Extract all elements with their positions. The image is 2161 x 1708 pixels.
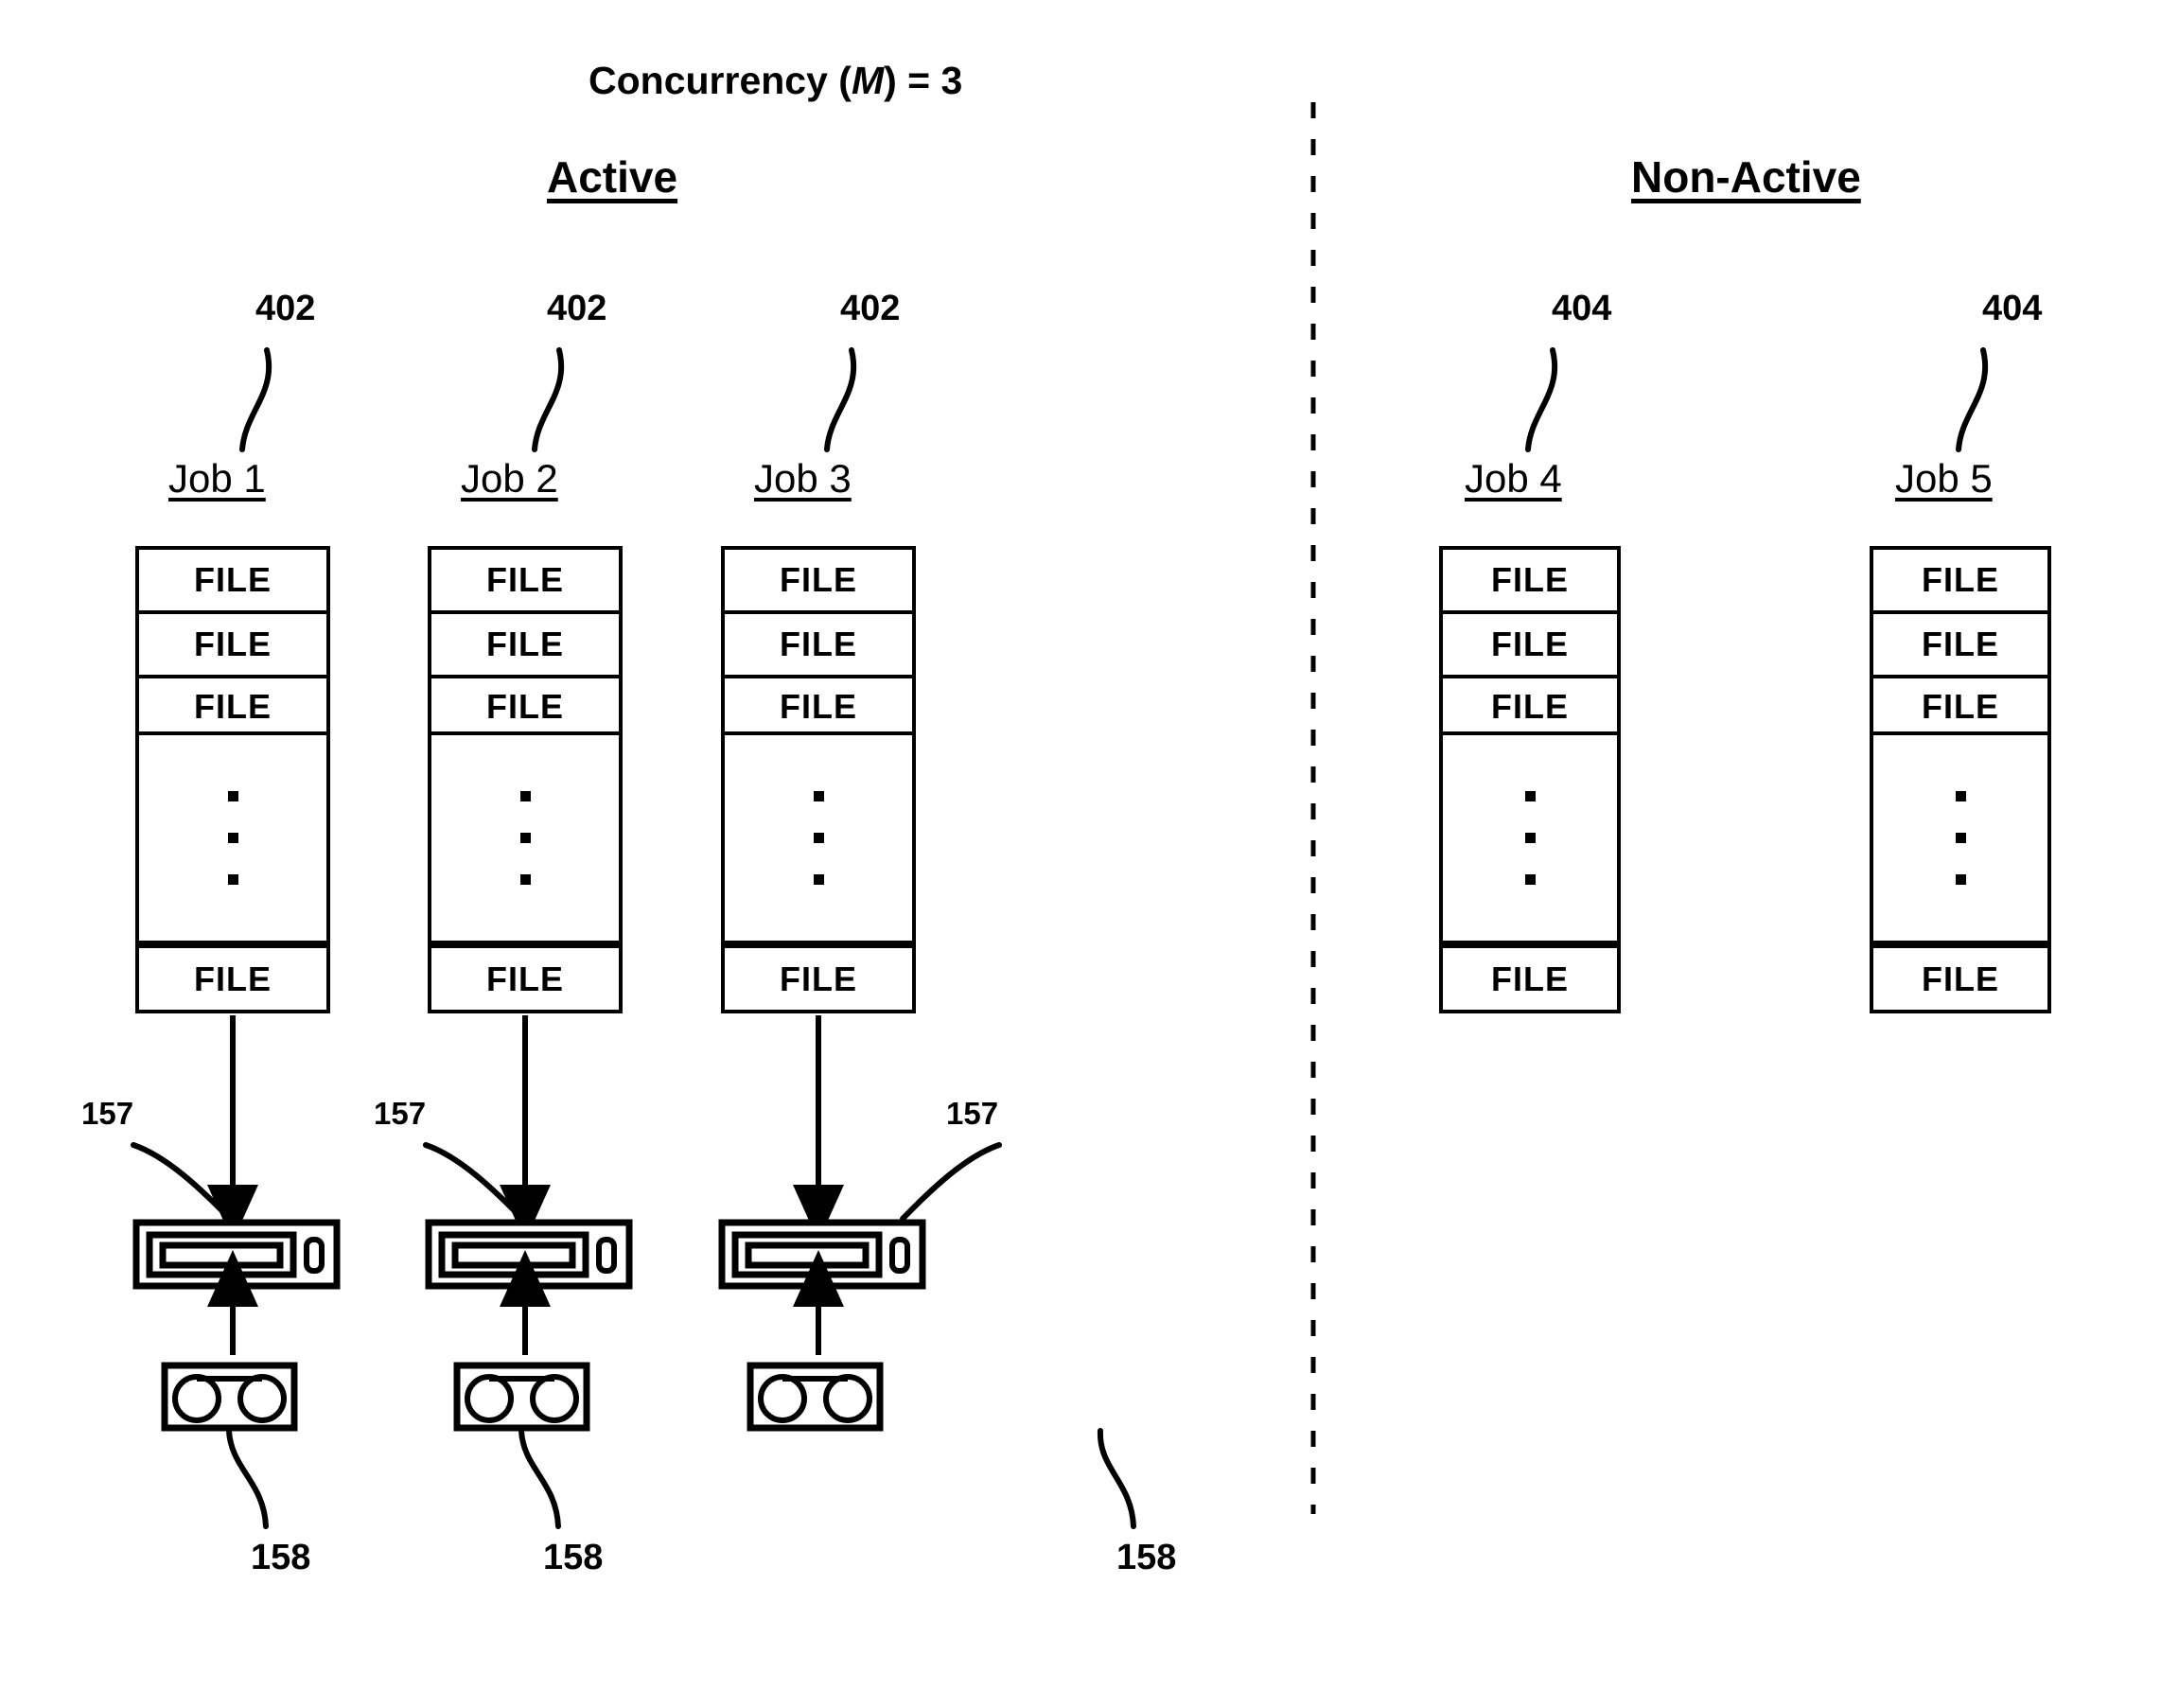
- file-row: FILE: [1443, 550, 1617, 614]
- leader-line-158-col3: [1097, 1428, 1136, 1529]
- leader-line-402-col3: [824, 347, 857, 452]
- figure-canvas: Concurrency (M) = 3 Active Non-Active 40…: [0, 0, 2161, 1708]
- file-stack-ellipsis-job-2: [428, 735, 623, 944]
- file-row: FILE: [780, 687, 857, 726]
- ellipsis-dot: [227, 874, 238, 885]
- file-stack-bottom-job-3: FILE: [721, 944, 916, 1013]
- file-row: FILE: [139, 550, 326, 614]
- tape-drive-icon-col1: [132, 1219, 341, 1290]
- ref-number-158-col1: 158: [251, 1538, 311, 1577]
- vertical-ellipsis: [725, 735, 912, 941]
- file-row: FILE: [194, 959, 272, 998]
- ellipsis-dot: [1524, 874, 1536, 885]
- file-row: FILE: [431, 614, 619, 678]
- ellipsis-dot: [813, 791, 824, 801]
- ellipsis-dot: [1955, 833, 1966, 843]
- file-stack-bottom-job-4: FILE: [1439, 944, 1621, 1013]
- vertical-ellipsis: [1443, 735, 1617, 941]
- ellipsis-dot: [519, 833, 531, 843]
- file-stack-top-job-4: FILE FILE FILE: [1439, 546, 1621, 735]
- leader-line-158-col2: [518, 1428, 561, 1529]
- file-row: FILE: [780, 959, 857, 998]
- ref-number-157-col2: 157: [374, 1096, 427, 1131]
- ellipsis-dot: [519, 791, 531, 801]
- figure-title-suffix: ) = 3: [884, 59, 963, 102]
- leader-line-404-col5: [1956, 347, 1989, 452]
- file-stack-ellipsis-job-1: [135, 735, 330, 944]
- file-stack-bottom-job-5: FILE: [1870, 944, 2051, 1013]
- file-row: FILE: [139, 614, 326, 678]
- file-row: FILE: [725, 614, 912, 678]
- job-label-3: Job 3: [754, 456, 852, 501]
- ellipsis-dot: [227, 791, 238, 801]
- figure-title-prefix: Concurrency (: [589, 59, 852, 102]
- ellipsis-dot: [1524, 791, 1536, 801]
- leader-line-404-col4: [1525, 347, 1558, 452]
- leader-line-402-col1: [239, 347, 272, 452]
- ref-number-402-col2: 402: [547, 289, 607, 328]
- figure-title-variable: M: [851, 59, 885, 102]
- tape-cartridge-icon-col1: [161, 1362, 298, 1432]
- ref-number-157-col3: 157: [946, 1096, 999, 1131]
- leader-line-157-col1: [131, 1142, 233, 1222]
- ellipsis-dot: [227, 833, 238, 843]
- vertical-ellipsis: [139, 735, 326, 941]
- file-row: FILE: [1443, 614, 1617, 678]
- ref-number-404-col5: 404: [1982, 289, 2043, 328]
- ellipsis-dot: [813, 874, 824, 885]
- job-label-4: Job 4: [1465, 456, 1562, 501]
- ellipsis-dot: [1955, 874, 1966, 885]
- job-label-1: Job 1: [168, 456, 266, 501]
- tape-drive-icon-col2: [425, 1219, 633, 1290]
- file-stack-top-job-2: FILE FILE FILE: [428, 546, 623, 735]
- tape-cartridge-icon-col3: [747, 1362, 884, 1432]
- file-row: FILE: [1873, 614, 2047, 678]
- tape-drive-icon-col3: [718, 1219, 926, 1290]
- ellipsis-dot: [813, 833, 824, 843]
- section-header-non-active: Non-Active: [1631, 152, 1861, 202]
- ref-number-404-col4: 404: [1552, 289, 1612, 328]
- file-stack-top-job-5: FILE FILE FILE: [1870, 546, 2051, 735]
- file-stack-ellipsis-job-3: [721, 735, 916, 944]
- vertical-ellipsis: [1873, 735, 2047, 941]
- leader-line-402-col2: [532, 347, 565, 452]
- file-row: FILE: [1873, 550, 2047, 614]
- file-row: FILE: [1922, 959, 1999, 998]
- file-row: FILE: [1922, 687, 1999, 726]
- ref-number-402-col3: 402: [840, 289, 901, 328]
- ellipsis-dot: [519, 874, 531, 885]
- ref-number-158-col2: 158: [543, 1538, 604, 1577]
- file-row: FILE: [725, 550, 912, 614]
- file-stack-bottom-job-1: FILE: [135, 944, 330, 1013]
- file-row: FILE: [486, 959, 564, 998]
- leader-line-158-col1: [226, 1428, 269, 1529]
- leader-line-157-col3: [900, 1142, 1002, 1222]
- job-label-2: Job 2: [461, 456, 558, 501]
- file-row: FILE: [486, 687, 564, 726]
- vertical-ellipsis: [431, 735, 619, 941]
- figure-title: Concurrency (M) = 3: [589, 59, 962, 103]
- tape-cartridge-icon-col2: [453, 1362, 590, 1432]
- file-stack-ellipsis-job-5: [1870, 735, 2051, 944]
- leader-line-157-col2: [423, 1142, 525, 1222]
- file-stack-top-job-1: FILE FILE FILE: [135, 546, 330, 735]
- ref-number-158-col3: 158: [1116, 1538, 1177, 1577]
- ellipsis-dot: [1955, 791, 1966, 801]
- file-stack-ellipsis-job-4: [1439, 735, 1621, 944]
- job-label-5: Job 5: [1895, 456, 1993, 501]
- file-row: FILE: [431, 550, 619, 614]
- ellipsis-dot: [1524, 833, 1536, 843]
- file-row: FILE: [1491, 959, 1569, 998]
- file-row: FILE: [1491, 687, 1569, 726]
- file-stack-bottom-job-2: FILE: [428, 944, 623, 1013]
- section-header-active: Active: [547, 152, 678, 202]
- file-stack-top-job-3: FILE FILE FILE: [721, 546, 916, 735]
- ref-number-157-col1: 157: [81, 1096, 134, 1131]
- file-row: FILE: [194, 687, 272, 726]
- ref-number-402-col1: 402: [255, 289, 316, 328]
